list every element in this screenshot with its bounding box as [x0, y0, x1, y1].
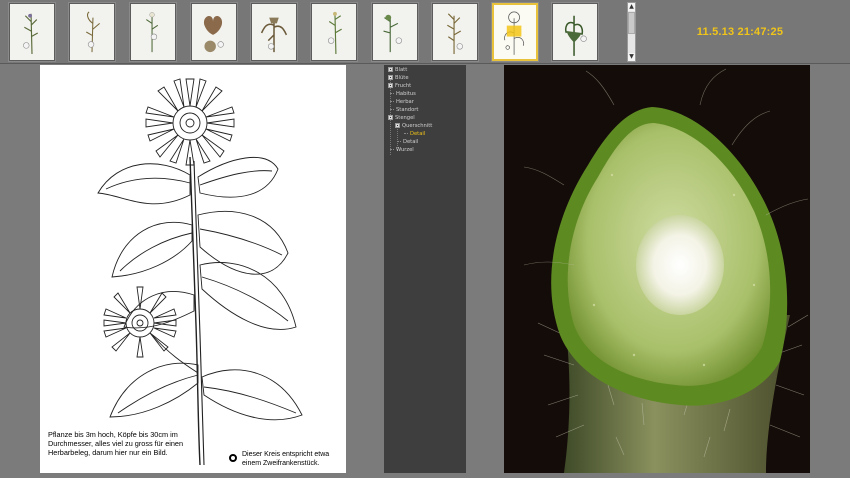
- collapse-icon[interactable]: [388, 115, 393, 120]
- herbarium-thumb-1[interactable]: [9, 3, 55, 61]
- herbarium-thumb-2[interactable]: [69, 3, 115, 61]
- herbarium-thumb-6[interactable]: [311, 3, 357, 61]
- collapse-icon[interactable]: [395, 123, 400, 128]
- coin-size-note: Dieser Kreis entspricht etwa einem Zweif…: [242, 451, 330, 467]
- herbarium-thumb-5[interactable]: [251, 3, 297, 61]
- tree-item-habitus[interactable]: Habitus: [390, 91, 416, 98]
- tree-item-blatt[interactable]: Blatt: [388, 67, 407, 74]
- scroll-up-icon[interactable]: ▲: [628, 3, 635, 11]
- coin-size-circle: [229, 454, 237, 462]
- herbarium-thumb-10[interactable]: [552, 3, 598, 61]
- scroll-down-icon[interactable]: ▼: [628, 53, 635, 61]
- tree-item-detail-selected[interactable]: Detail: [404, 131, 425, 138]
- herbarium-thumb-9[interactable]: [492, 3, 538, 61]
- app-window: ▲ ▼ 11.5.13 21:47:25 Pflanze bis 3m hoch…: [0, 0, 850, 478]
- thumbnail-scrollbar[interactable]: ▲ ▼: [627, 2, 636, 62]
- category-tree: Blatt Blüte Frucht Habitus Herbar Stando…: [384, 65, 466, 473]
- herbarium-thumb-4[interactable]: [191, 3, 237, 61]
- stem-cross-section-photo: [504, 65, 810, 473]
- tree-item-herbar[interactable]: Herbar: [390, 99, 414, 106]
- sunflower-drawing: [97, 78, 303, 466]
- sunflower-drawing-panel: Pflanze bis 3m hoch, Köpfe bis 30cm im D…: [40, 65, 346, 473]
- tree-item-detail[interactable]: Detail: [397, 139, 418, 146]
- tree-item-stengel[interactable]: Stengel: [388, 115, 415, 122]
- tree-item-wurzel[interactable]: Wurzel: [390, 147, 414, 154]
- tree-item-frucht[interactable]: Frucht: [388, 83, 411, 90]
- herbarium-thumb-7[interactable]: [372, 3, 418, 61]
- stem-cross-section-image: [504, 65, 810, 473]
- expand-icon[interactable]: [388, 75, 393, 80]
- expand-icon[interactable]: [388, 67, 393, 72]
- scrollbar-thumb[interactable]: [628, 12, 635, 34]
- tree-item-querschnitt[interactable]: Querschnitt: [395, 123, 432, 130]
- thumbnail-strip: ▲ ▼ 11.5.13 21:47:25: [0, 0, 850, 64]
- tree-item-standort[interactable]: Standort: [390, 107, 418, 114]
- tree-item-bluete[interactable]: Blüte: [388, 75, 409, 82]
- datetime-display: 11.5.13 21:47:25: [696, 26, 784, 38]
- expand-icon[interactable]: [388, 83, 393, 88]
- herbarium-thumb-8[interactable]: [432, 3, 478, 61]
- herbarium-thumb-3[interactable]: [130, 3, 176, 61]
- drawing-caption: Pflanze bis 3m hoch, Köpfe bis 30cm im D…: [48, 430, 184, 457]
